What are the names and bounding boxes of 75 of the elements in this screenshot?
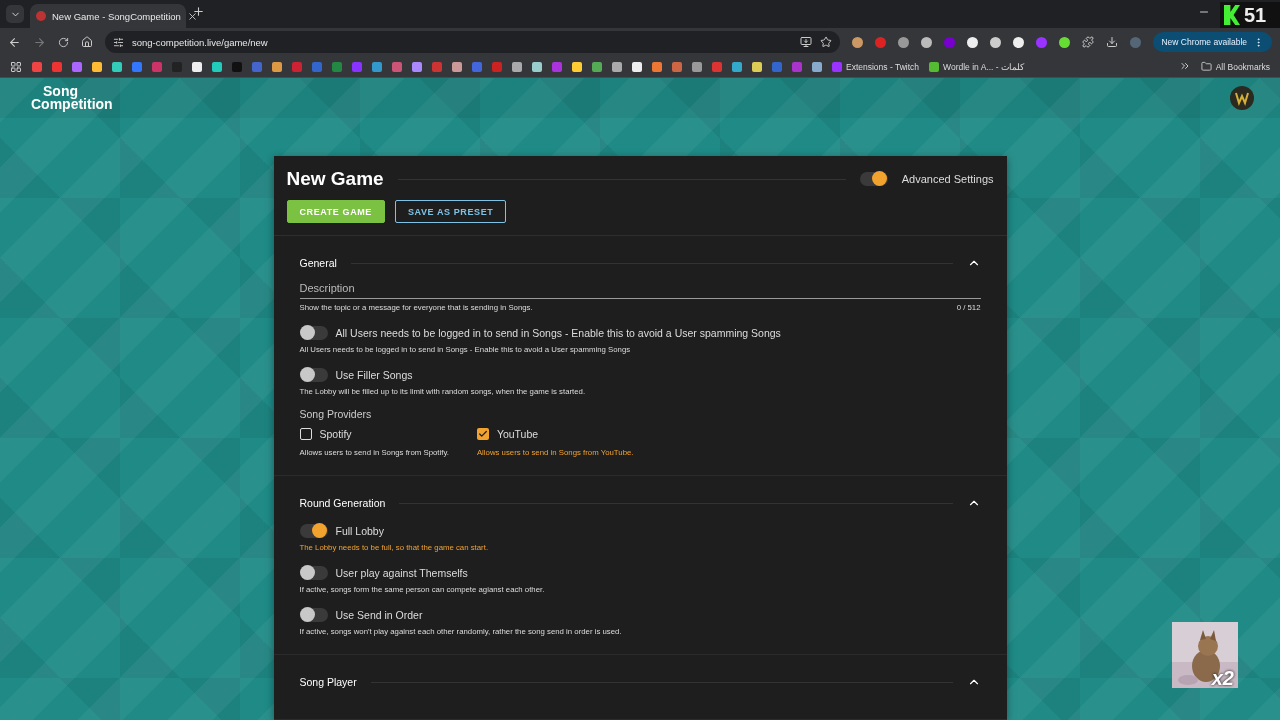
bookmark-icon[interactable] bbox=[112, 61, 122, 72]
checkbox[interactable] bbox=[299, 428, 312, 440]
site-logo[interactable]: Song Competition bbox=[31, 85, 113, 111]
extension-icon[interactable] bbox=[898, 36, 910, 48]
toggle-switch[interactable] bbox=[299, 368, 328, 382]
new-tab-icon[interactable] bbox=[192, 5, 205, 18]
extension-icon[interactable] bbox=[852, 36, 864, 48]
install-icon[interactable] bbox=[800, 36, 813, 48]
checkbox[interactable] bbox=[476, 428, 489, 440]
switch-label: User play against Themselfs bbox=[335, 567, 468, 579]
address-bar[interactable]: song-competition.live/game/new bbox=[105, 31, 841, 53]
avatar-icon[interactable] bbox=[1230, 86, 1254, 110]
bookmark-icon[interactable] bbox=[752, 61, 762, 72]
toggle-switch[interactable] bbox=[299, 566, 328, 580]
switch-label: Full Lobby bbox=[335, 525, 384, 537]
counter-text: 51 bbox=[1244, 3, 1267, 27]
logo-icon bbox=[1224, 5, 1240, 25]
extension-icon[interactable] bbox=[990, 36, 1002, 48]
folder-icon bbox=[1200, 61, 1212, 72]
back-icon[interactable] bbox=[8, 35, 21, 49]
favicon-icon bbox=[36, 11, 46, 21]
bookmark-icon[interactable] bbox=[412, 61, 422, 72]
toggle-switch[interactable] bbox=[299, 326, 328, 340]
star-icon[interactable] bbox=[820, 36, 833, 48]
section-title: Song Player bbox=[299, 676, 357, 688]
toggle-switch[interactable] bbox=[299, 608, 328, 622]
bookmark-icon[interactable] bbox=[452, 61, 462, 72]
zoom-label: x2 bbox=[1211, 667, 1234, 690]
bookmark-icon bbox=[929, 61, 940, 72]
switch-label: Use Filler Songs bbox=[335, 369, 413, 381]
bookmark-icon[interactable] bbox=[212, 61, 222, 72]
apps-icon[interactable] bbox=[10, 60, 22, 73]
site-info-icon[interactable] bbox=[113, 36, 124, 48]
description-field[interactable]: Description bbox=[299, 282, 981, 299]
extension-icon[interactable] bbox=[1013, 36, 1025, 48]
extension-icon[interactable] bbox=[921, 36, 933, 48]
extension-icon[interactable] bbox=[967, 36, 979, 48]
bookmark-icon[interactable] bbox=[572, 61, 582, 72]
bookmark[interactable]: Extensions - Twitch bbox=[832, 61, 920, 72]
bookmark-icon[interactable] bbox=[612, 61, 622, 72]
switch-label: Advanced Settings bbox=[901, 173, 994, 185]
bookmark-icon bbox=[832, 61, 842, 72]
page-title: New Game bbox=[286, 168, 384, 190]
bookmark-icon[interactable] bbox=[192, 61, 202, 72]
bookmark-icon[interactable] bbox=[732, 61, 742, 72]
bookmark-icon[interactable] bbox=[512, 61, 522, 72]
checkbox-label: YouTube bbox=[496, 428, 539, 440]
bookmark-icon[interactable] bbox=[692, 61, 702, 72]
reload-icon[interactable] bbox=[58, 36, 69, 48]
tab-search-button[interactable] bbox=[6, 5, 24, 23]
bookmark-icon[interactable] bbox=[632, 61, 642, 72]
section-title: Round Generation bbox=[299, 497, 386, 509]
preset-button[interactable]: SAVE AS PRESET bbox=[394, 200, 507, 223]
switch-label: Use Send in Order bbox=[335, 609, 423, 621]
close-icon[interactable] bbox=[186, 10, 198, 22]
all-bookmarks[interactable]: All Bookmarks bbox=[1200, 61, 1270, 72]
bookmark-icon[interactable] bbox=[272, 61, 282, 72]
download-icon[interactable] bbox=[1106, 36, 1119, 48]
forward-icon[interactable] bbox=[33, 35, 46, 49]
bookmark-icon[interactable] bbox=[652, 61, 662, 72]
bookmark-icon[interactable] bbox=[92, 61, 102, 72]
toggle-switch[interactable] bbox=[299, 524, 328, 538]
extensions-icon[interactable] bbox=[1082, 36, 1095, 48]
update-button[interactable]: New Chrome available bbox=[1153, 32, 1272, 52]
bookmark[interactable]: Wordle in A... - كلمات bbox=[929, 61, 1025, 72]
checkbox-label: Spotify bbox=[319, 428, 352, 440]
bookmark-icon[interactable] bbox=[532, 61, 542, 72]
group-label: Song Providers bbox=[299, 408, 373, 420]
home-icon[interactable] bbox=[81, 36, 93, 48]
bookmark-icon[interactable] bbox=[592, 61, 602, 72]
bookmark-icon[interactable] bbox=[812, 61, 822, 72]
toggle-switch[interactable] bbox=[859, 172, 888, 186]
extension-icon[interactable] bbox=[1059, 36, 1071, 48]
switch-label: All Users needs to be logged in to send in Songs - Enable this to avoid a User spamming Songs bbox=[335, 327, 781, 339]
section-title: General bbox=[299, 257, 337, 269]
